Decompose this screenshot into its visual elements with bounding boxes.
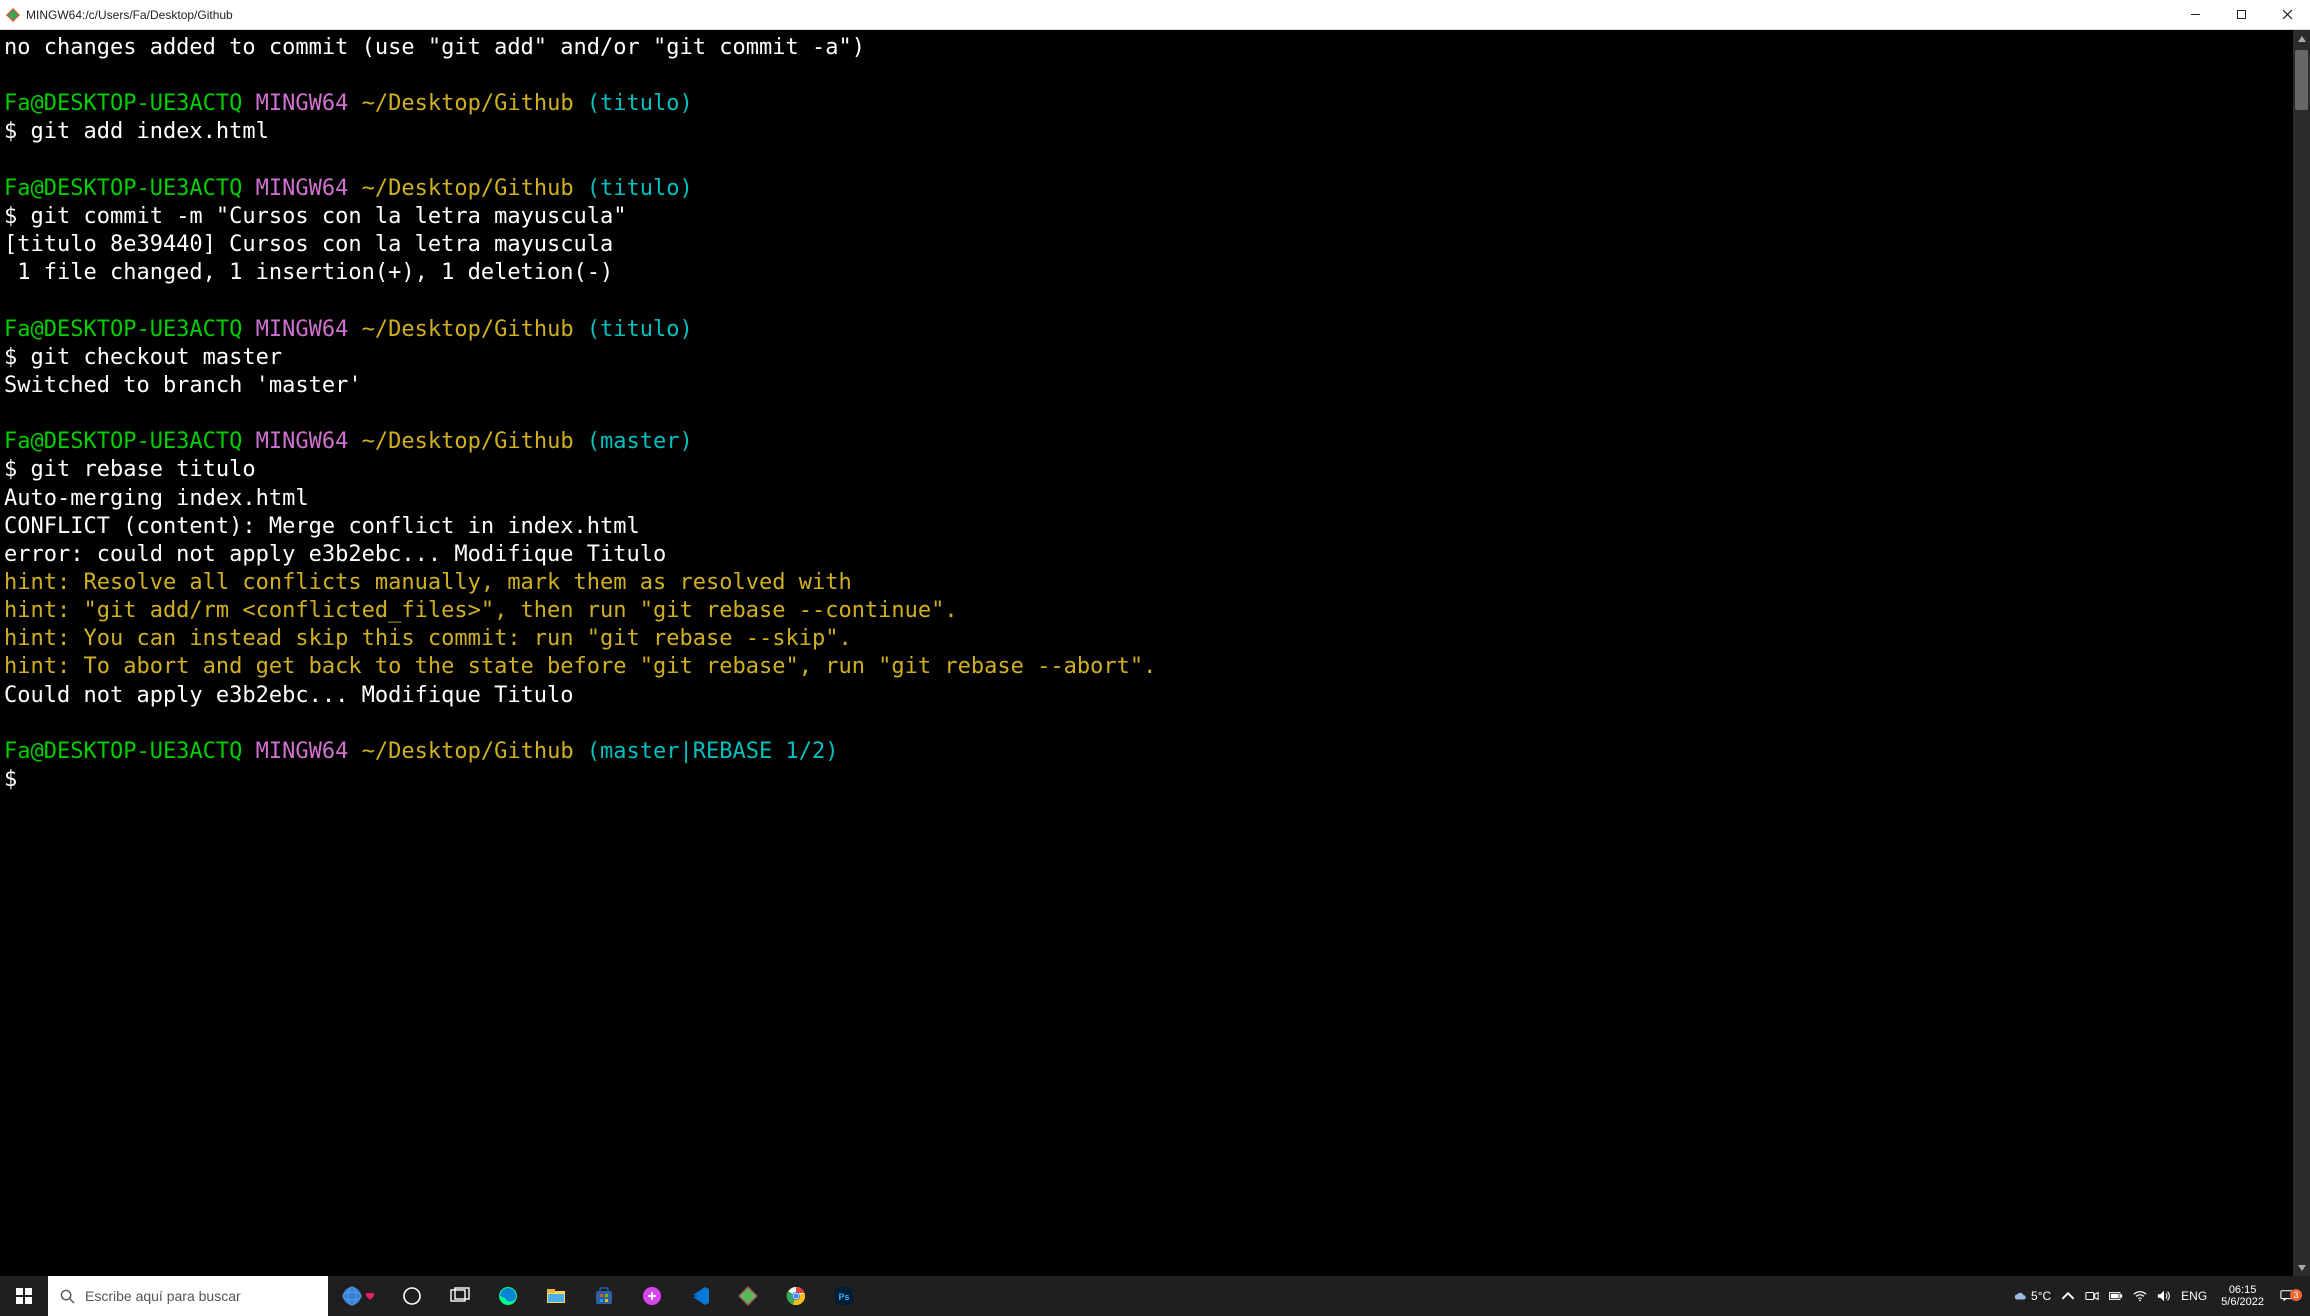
windows-taskbar: Escribe aquí para buscar (0, 1276, 2310, 1316)
task-view-icon[interactable] (436, 1276, 484, 1316)
prompt-dollar: $ (4, 767, 17, 792)
prompt-path: ~/Desktop/Github (362, 317, 574, 342)
prompt-dollar: $ (4, 119, 17, 144)
cortana-icon[interactable] (388, 1276, 436, 1316)
app-icon (6, 8, 20, 22)
output-line: error: could not apply e3b2ebc... Modifi… (4, 542, 666, 567)
chrome-icon[interactable] (772, 1276, 820, 1316)
prompt-branch: (master|REBASE 1/2) (587, 739, 839, 764)
clock-date: 5/6/2022 (2221, 1296, 2264, 1308)
vertical-scrollbar[interactable] (2293, 30, 2310, 1276)
prompt-shell: MINGW64 (256, 91, 349, 116)
command-text: git checkout master (17, 345, 282, 370)
maximize-button[interactable] (2218, 0, 2264, 29)
edge-icon[interactable] (484, 1276, 532, 1316)
language-indicator[interactable]: ENG (2181, 1289, 2207, 1303)
output-line: no changes added to commit (use "git add… (4, 35, 865, 60)
git-bash-window: MINGW64:/c/Users/Fa/Desktop/Github no ch… (0, 0, 2310, 1316)
prompt-dollar: $ (4, 204, 17, 229)
taskbar-apps: Ps (388, 1276, 868, 1316)
prompt-branch: (titulo) (587, 176, 693, 201)
command-text: git rebase titulo (17, 457, 255, 482)
heart-icon (365, 1291, 375, 1301)
file-explorer-icon[interactable] (532, 1276, 580, 1316)
action-center-icon[interactable]: 3 (2278, 1289, 2302, 1303)
prompt-user: Fa@DESKTOP-UE3ACTQ (4, 317, 242, 342)
hint-line: hint: "git add/rm <conflicted_files>", t… (4, 598, 958, 623)
prompt-branch: (titulo) (587, 317, 693, 342)
weather-widget[interactable]: 5°C (2013, 1289, 2051, 1303)
scroll-thumb[interactable] (2295, 50, 2308, 110)
volume-icon[interactable] (2157, 1289, 2171, 1303)
scroll-up-icon[interactable] (2293, 30, 2310, 47)
photoshop-icon[interactable]: Ps (820, 1276, 868, 1316)
globe-icon (341, 1285, 363, 1307)
prompt-path: ~/Desktop/Github (362, 739, 574, 764)
minimize-button[interactable] (2172, 0, 2218, 29)
chevron-up-icon (2061, 1289, 2075, 1303)
clock-time: 06:15 (2229, 1284, 2257, 1296)
output-line: Switched to branch 'master' (4, 373, 362, 398)
prompt-user: Fa@DESKTOP-UE3ACTQ (4, 739, 242, 764)
command-text: git add index.html (17, 119, 269, 144)
notification-badge: 3 (2290, 1289, 2302, 1301)
wifi-icon[interactable] (2133, 1289, 2147, 1303)
titlebar-left: MINGW64:/c/Users/Fa/Desktop/Github (0, 8, 233, 22)
prompt-path: ~/Desktop/Github (362, 91, 574, 116)
prompt-path: ~/Desktop/Github (362, 429, 574, 454)
svg-text:Ps: Ps (838, 1292, 849, 1302)
prompt-shell: MINGW64 (256, 429, 349, 454)
system-tray: 5°C ENG 06:15 5/6/2022 (2005, 1276, 2310, 1316)
prompt-branch: (titulo) (587, 91, 693, 116)
close-button[interactable] (2264, 0, 2310, 29)
hint-line: hint: Resolve all conflicts manually, ma… (4, 570, 852, 595)
git-bash-taskbar-icon[interactable] (724, 1276, 772, 1316)
prompt-branch: (master) (587, 429, 693, 454)
scroll-down-icon[interactable] (2293, 1259, 2310, 1276)
hint-line: hint: To abort and get back to the state… (4, 654, 1156, 679)
tray-chevron[interactable] (2061, 1289, 2075, 1303)
start-button[interactable] (0, 1276, 48, 1316)
prompt-dollar: $ (4, 457, 17, 482)
output-line: 1 file changed, 1 insertion(+), 1 deleti… (4, 260, 613, 285)
output-line: Auto-merging index.html (4, 486, 309, 511)
weather-temp: 5°C (2031, 1289, 2051, 1303)
prompt-user: Fa@DESKTOP-UE3ACTQ (4, 176, 242, 201)
prompt-path: ~/Desktop/Github (362, 176, 574, 201)
taskbar-clock[interactable]: 06:15 5/6/2022 (2217, 1284, 2268, 1308)
battery-icon[interactable] (2109, 1289, 2123, 1303)
terminal[interactable]: no changes added to commit (use "git add… (0, 30, 2293, 1276)
command-text: git commit -m "Cursos con la letra mayus… (17, 204, 626, 229)
prompt-dollar: $ (4, 345, 17, 370)
terminal-area: no changes added to commit (use "git add… (0, 30, 2310, 1276)
news-widget[interactable] (328, 1276, 388, 1316)
cloud-icon (2013, 1289, 2027, 1303)
prompt-shell: MINGW64 (256, 176, 349, 201)
vscode-icon[interactable] (676, 1276, 724, 1316)
search-icon (60, 1289, 75, 1304)
meet-now-icon[interactable] (2085, 1289, 2099, 1303)
search-placeholder: Escribe aquí para buscar (85, 1288, 241, 1304)
output-line: Could not apply e3b2ebc... Modifique Tit… (4, 683, 574, 708)
prompt-shell: MINGW64 (256, 739, 349, 764)
microsoft-store-icon[interactable] (580, 1276, 628, 1316)
window-title: MINGW64:/c/Users/Fa/Desktop/Github (26, 8, 233, 22)
prompt-user: Fa@DESKTOP-UE3ACTQ (4, 429, 242, 454)
prompt-user: Fa@DESKTOP-UE3ACTQ (4, 91, 242, 116)
prompt-shell: MINGW64 (256, 317, 349, 342)
hint-line: hint: You can instead skip this commit: … (4, 626, 852, 651)
game-bar-icon[interactable] (628, 1276, 676, 1316)
output-line: [titulo 8e39440] Cursos con la letra may… (4, 232, 613, 257)
titlebar: MINGW64:/c/Users/Fa/Desktop/Github (0, 0, 2310, 30)
output-line: CONFLICT (content): Merge conflict in in… (4, 514, 640, 539)
window-controls (2172, 0, 2310, 29)
taskbar-search[interactable]: Escribe aquí para buscar (48, 1276, 328, 1316)
